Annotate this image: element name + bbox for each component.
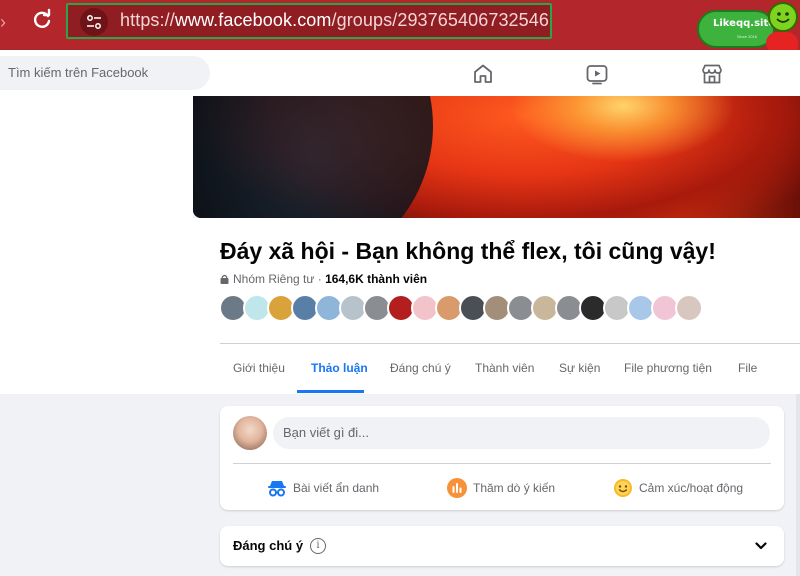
post-input[interactable]: Bạn viết gì đi... — [273, 417, 770, 449]
url-domain: www.facebook.com — [174, 10, 332, 30]
watermark-logo: Likeqq.site Since 2016 — [697, 10, 775, 48]
anonymous-post-button[interactable]: Bài viết ẩn danh — [267, 478, 387, 500]
group-header: Đáy xã hội - Bạn không thể flex, tôi cũn… — [193, 218, 800, 394]
info-icon[interactable]: i — [310, 538, 326, 554]
watch-icon[interactable] — [585, 62, 609, 86]
lock-icon — [220, 274, 229, 284]
left-sidebar — [0, 96, 193, 394]
watermark-subtext: Since 2016 — [737, 34, 758, 39]
search-input[interactable]: Tìm kiếm trên Facebook — [0, 56, 210, 90]
marketplace-icon[interactable] — [700, 62, 724, 86]
group-privacy[interactable]: Nhóm Riêng tư — [233, 272, 314, 286]
featured-title: Đáng chú ý — [233, 538, 304, 553]
composer-divider — [233, 463, 771, 464]
member-count[interactable]: 164,6K thành viên — [325, 272, 427, 286]
tab-about[interactable]: Giới thiệu — [233, 361, 285, 375]
url-prefix: https:// — [120, 10, 175, 30]
back-arrow-icon[interactable]: › — [0, 12, 10, 32]
feeling-activity-button[interactable]: Cảm xúc/hoạt động — [613, 478, 753, 500]
post-composer: Bạn viết gì đi... Bài viết ẩn danh Thăm … — [220, 406, 784, 510]
poll-button[interactable]: Thăm dò ý kiến — [447, 478, 562, 500]
feeling-icon — [614, 479, 632, 497]
browser-toolbar: › https://www.facebook.com/groups/293765… — [0, 0, 800, 54]
url-text[interactable]: https://www.facebook.com/groups/29376540… — [120, 10, 549, 31]
site-info-icon[interactable] — [80, 8, 108, 36]
avatar[interactable] — [675, 294, 703, 322]
cover-photo[interactable] — [193, 96, 800, 218]
tab-discussion[interactable]: Thảo luận — [311, 361, 368, 375]
group-title[interactable]: Đáy xã hội - Bạn không thể flex, tôi cũn… — [220, 238, 716, 265]
poll-icon — [447, 478, 467, 498]
group-meta: Nhóm Riêng tư · 164,6K thành viên — [220, 272, 427, 286]
avatar[interactable] — [233, 416, 267, 450]
tab-events[interactable]: Sự kiện — [559, 361, 600, 375]
post-input-placeholder: Bạn viết gì đi... — [283, 425, 369, 440]
tab-files[interactable]: File — [738, 361, 757, 375]
active-tab-indicator — [297, 390, 364, 393]
facebook-header: Tìm kiếm trên Facebook — [0, 50, 800, 96]
search-placeholder: Tìm kiếm trên Facebook — [8, 65, 149, 80]
url-path: /groups/293765406732546 — [331, 10, 549, 30]
poll-label: Thăm dò ý kiến — [473, 481, 556, 495]
meta-separator: · — [314, 272, 326, 286]
tab-members[interactable]: Thành viên — [475, 361, 534, 375]
reload-icon[interactable] — [30, 8, 54, 32]
tab-featured[interactable]: Đáng chú ý — [390, 361, 451, 375]
tabs-divider — [220, 343, 800, 344]
watermark-text: Likeqq.site — [713, 18, 776, 29]
feeling-activity-label: Cảm xúc/hoạt động — [639, 481, 744, 495]
anonymous-post-label: Bài viết ẩn danh — [293, 481, 380, 495]
smiley-icon — [768, 2, 798, 32]
chevron-down-icon[interactable] — [754, 539, 768, 553]
address-bar[interactable]: https://www.facebook.com/groups/29376540… — [66, 3, 552, 39]
tab-media[interactable]: File phương tiện — [624, 361, 712, 375]
cover-dark-area — [193, 96, 433, 218]
anonymous-icon — [268, 481, 286, 497]
featured-section: Đáng chú ý i — [220, 526, 784, 566]
home-icon[interactable] — [471, 62, 495, 86]
